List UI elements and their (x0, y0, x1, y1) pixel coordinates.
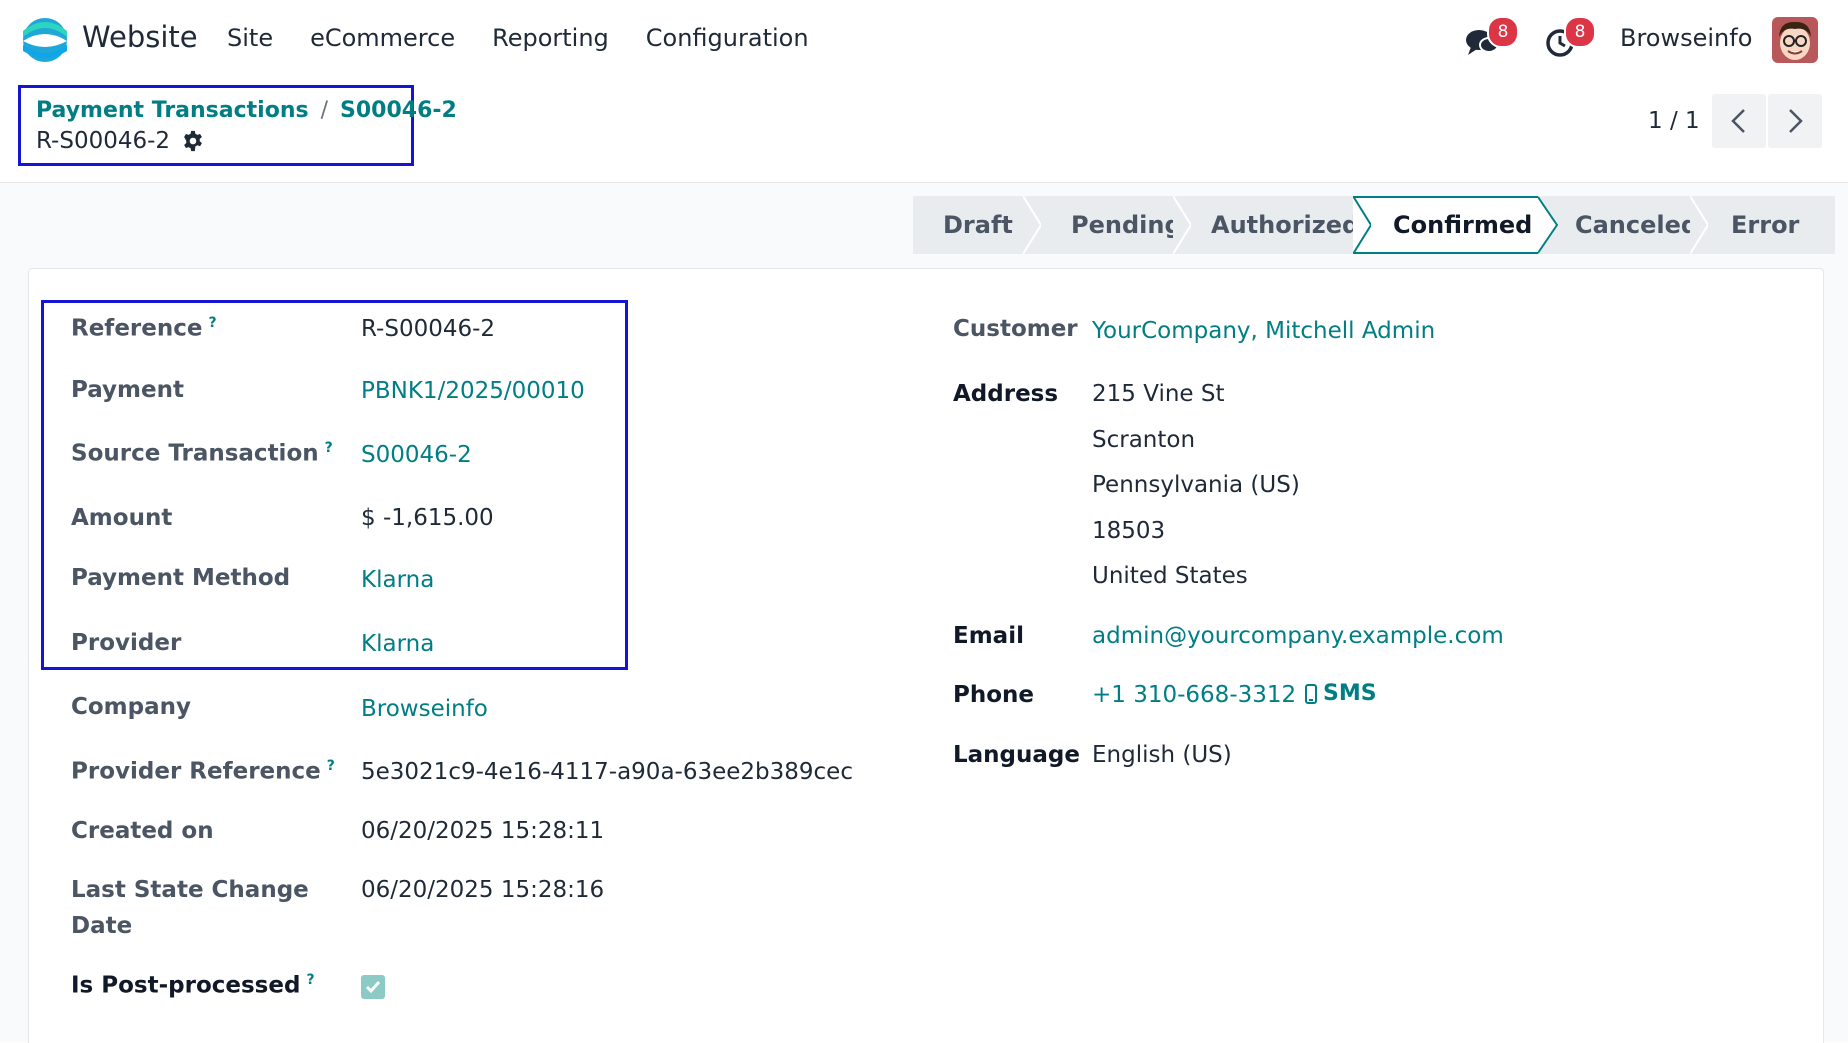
company-switcher[interactable]: Browseinfo (1620, 24, 1752, 52)
control-panel: Payment Transactions / S00046-2 R-S00046-2… (0, 82, 1848, 183)
provider-label: Provider (71, 630, 182, 656)
breadcrumb-highlight-box: Payment Transactions / S00046-2 R-S00046-2 (18, 85, 457, 166)
last-state-change-label-line1: Last State Change (71, 877, 309, 903)
app-name[interactable]: Website (82, 20, 198, 54)
chat-badge: 8 (1487, 16, 1519, 48)
customer-label: Customer (953, 316, 1078, 342)
checkmark-icon (365, 981, 381, 994)
phone-link[interactable]: +1 310-668-3312 (1092, 682, 1296, 708)
chevron-left-icon (1731, 109, 1745, 133)
provider-link[interactable]: Klarna (361, 631, 434, 657)
pager-next-button[interactable] (1768, 94, 1822, 148)
menu-configuration[interactable]: Configuration (646, 24, 809, 52)
stage-confirmed[interactable]: Confirmed (1353, 196, 1558, 254)
record-name: R-S00046-2 (36, 128, 171, 154)
post-processed-label: Is Post-processed? (71, 972, 315, 999)
address-line: Pennsylvania (US) (1092, 472, 1300, 498)
stage-draft[interactable]: Draft (913, 196, 1041, 254)
breadcrumb-order[interactable]: S00046-2 (340, 98, 457, 123)
payment-label: Payment (71, 377, 184, 403)
sms-label: SMS (1323, 681, 1377, 706)
email-label: Email (953, 623, 1024, 649)
last-state-change-value: 06/20/2025 15:28:16 (361, 877, 605, 903)
pager-previous-button[interactable] (1712, 94, 1766, 148)
phone-label: Phone (953, 682, 1035, 708)
status-bar: Draft Pending Authorized Confirmed Cance… (913, 196, 1835, 254)
last-state-change-label-line2: Date (71, 913, 133, 939)
payment-link[interactable]: PBNK1/2025/00010 (361, 378, 585, 404)
fields-highlight-box (41, 300, 628, 670)
reference-value: R-S00046-2 (361, 316, 496, 342)
gear-icon[interactable] (182, 130, 204, 152)
provider-reference-help-icon[interactable]: ? (327, 758, 335, 774)
address-label: Address (953, 381, 1059, 407)
source-transaction-label: Source Transaction? (71, 440, 333, 467)
post-processed-help-icon[interactable]: ? (306, 972, 314, 988)
reference-help-icon[interactable]: ? (208, 315, 216, 331)
created-on-value: 06/20/2025 15:28:11 (361, 818, 605, 844)
language-label: Language (953, 742, 1080, 768)
amount-value: $ -1,615.00 (361, 505, 494, 531)
address-line: United States (1092, 563, 1248, 589)
user-avatar-icon[interactable] (1772, 17, 1818, 63)
payment-method-label: Payment Method (71, 565, 291, 591)
breadcrumb-payment-transactions[interactable]: Payment Transactions (36, 98, 309, 123)
customer-link[interactable]: YourCompany, Mitchell Admin (1092, 318, 1435, 344)
company-link[interactable]: Browseinfo (361, 696, 488, 722)
stage-pending[interactable]: Pending (1023, 196, 1191, 254)
email-link[interactable]: admin@yourcompany.example.com (1092, 623, 1504, 649)
source-transaction-link[interactable]: S00046-2 (361, 442, 472, 468)
breadcrumb: Payment Transactions / S00046-2 (36, 98, 457, 123)
created-on-label: Created on (71, 818, 214, 844)
chevron-right-icon (1789, 109, 1803, 133)
payment-method-link[interactable]: Klarna (361, 567, 434, 593)
company-label: Company (71, 694, 191, 720)
pager-value[interactable]: 1 / 1 (1648, 108, 1700, 134)
post-processed-checkbox[interactable] (361, 975, 385, 999)
provider-reference-value: 5e3021c9-4e16-4117-a90a-63ee2b389cec (361, 759, 853, 785)
amount-label: Amount (71, 505, 173, 531)
reference-label: Reference? (71, 315, 217, 342)
main-menu: Site eCommerce Reporting Configuration (227, 24, 809, 52)
stage-authorized[interactable]: Authorized (1173, 196, 1371, 254)
menu-site[interactable]: Site (227, 24, 273, 52)
activity-badge: 8 (1564, 16, 1596, 48)
address-line: 215 Vine St (1092, 381, 1225, 407)
menu-reporting[interactable]: Reporting (492, 24, 609, 52)
address-line: Scranton (1092, 427, 1196, 453)
website-logo-icon[interactable] (22, 17, 68, 63)
language-value: English (US) (1092, 742, 1232, 768)
address-line: 18503 (1092, 518, 1166, 544)
source-transaction-help-icon[interactable]: ? (325, 440, 333, 456)
stage-canceled[interactable]: Canceled (1538, 196, 1708, 254)
sms-button[interactable]: SMS (1305, 681, 1377, 706)
stage-error[interactable]: Error (1690, 196, 1835, 254)
provider-reference-label: Provider Reference? (71, 758, 335, 785)
breadcrumb-separator: / (320, 98, 329, 123)
messaging-button[interactable]: 8 (1463, 16, 1519, 64)
mobile-phone-icon (1305, 683, 1317, 704)
activity-button[interactable]: 8 (1540, 16, 1596, 64)
menu-ecommerce[interactable]: eCommerce (310, 24, 455, 52)
record-title: R-S00046-2 (36, 128, 204, 154)
top-navbar: Website Site eCommerce Reporting Configu… (0, 0, 1848, 82)
